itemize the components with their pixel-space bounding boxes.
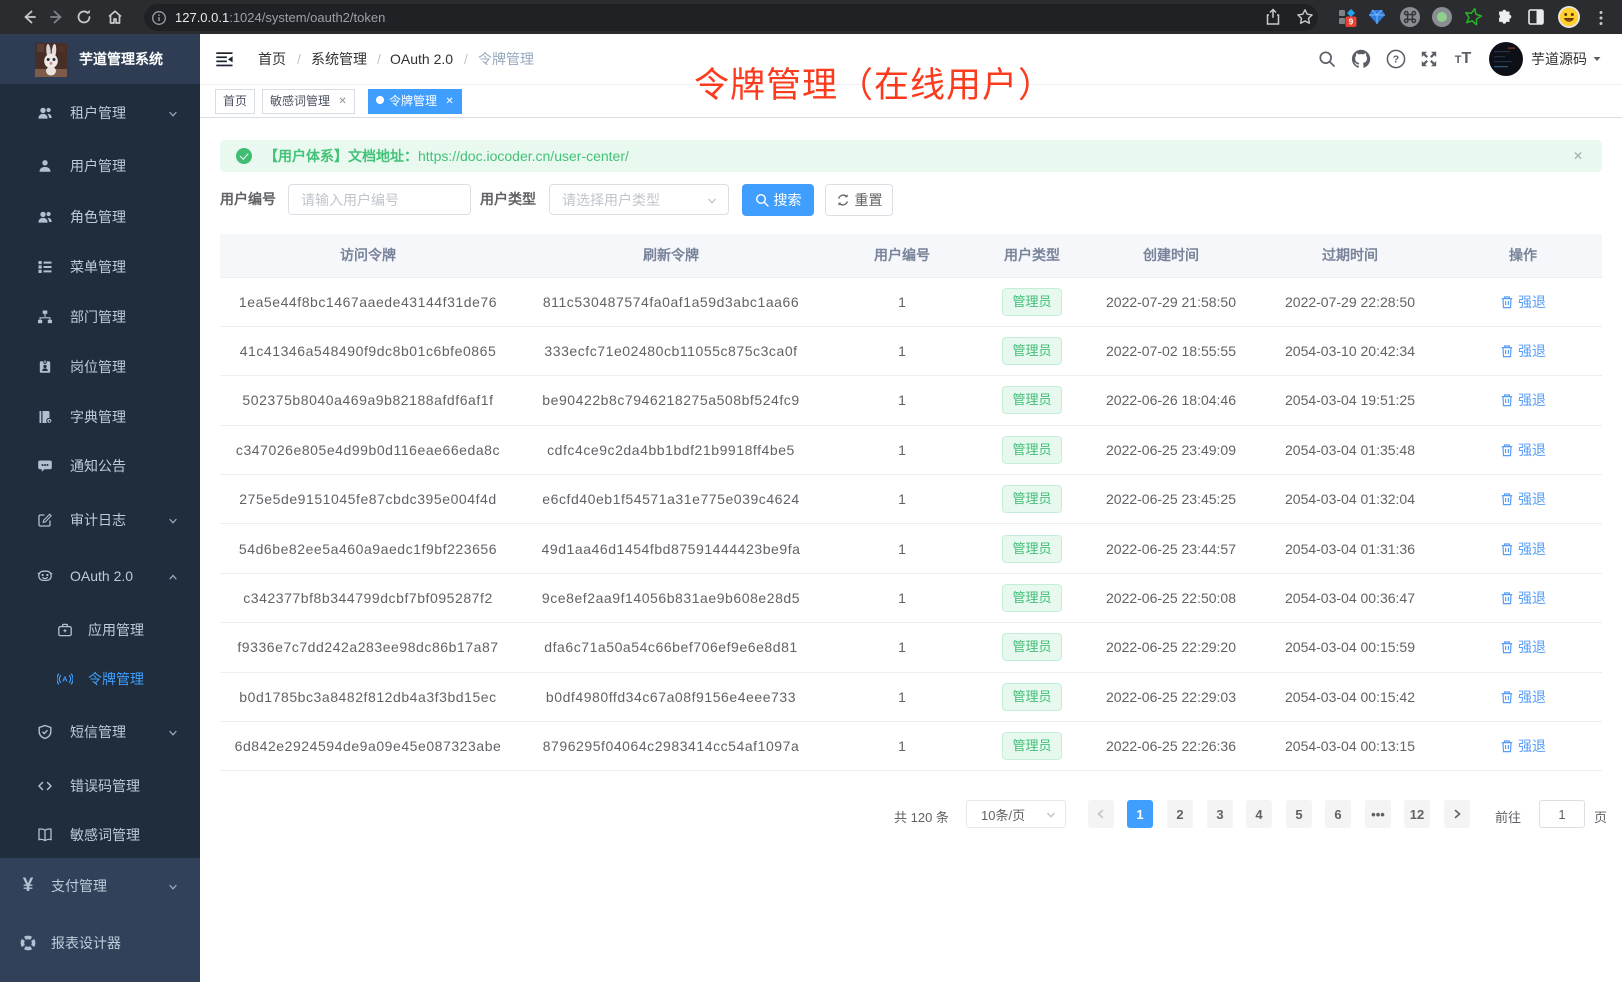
svg-text:9: 9 [1349, 18, 1354, 27]
svg-text:?: ? [1393, 54, 1399, 66]
svg-text:A: A [62, 675, 68, 684]
